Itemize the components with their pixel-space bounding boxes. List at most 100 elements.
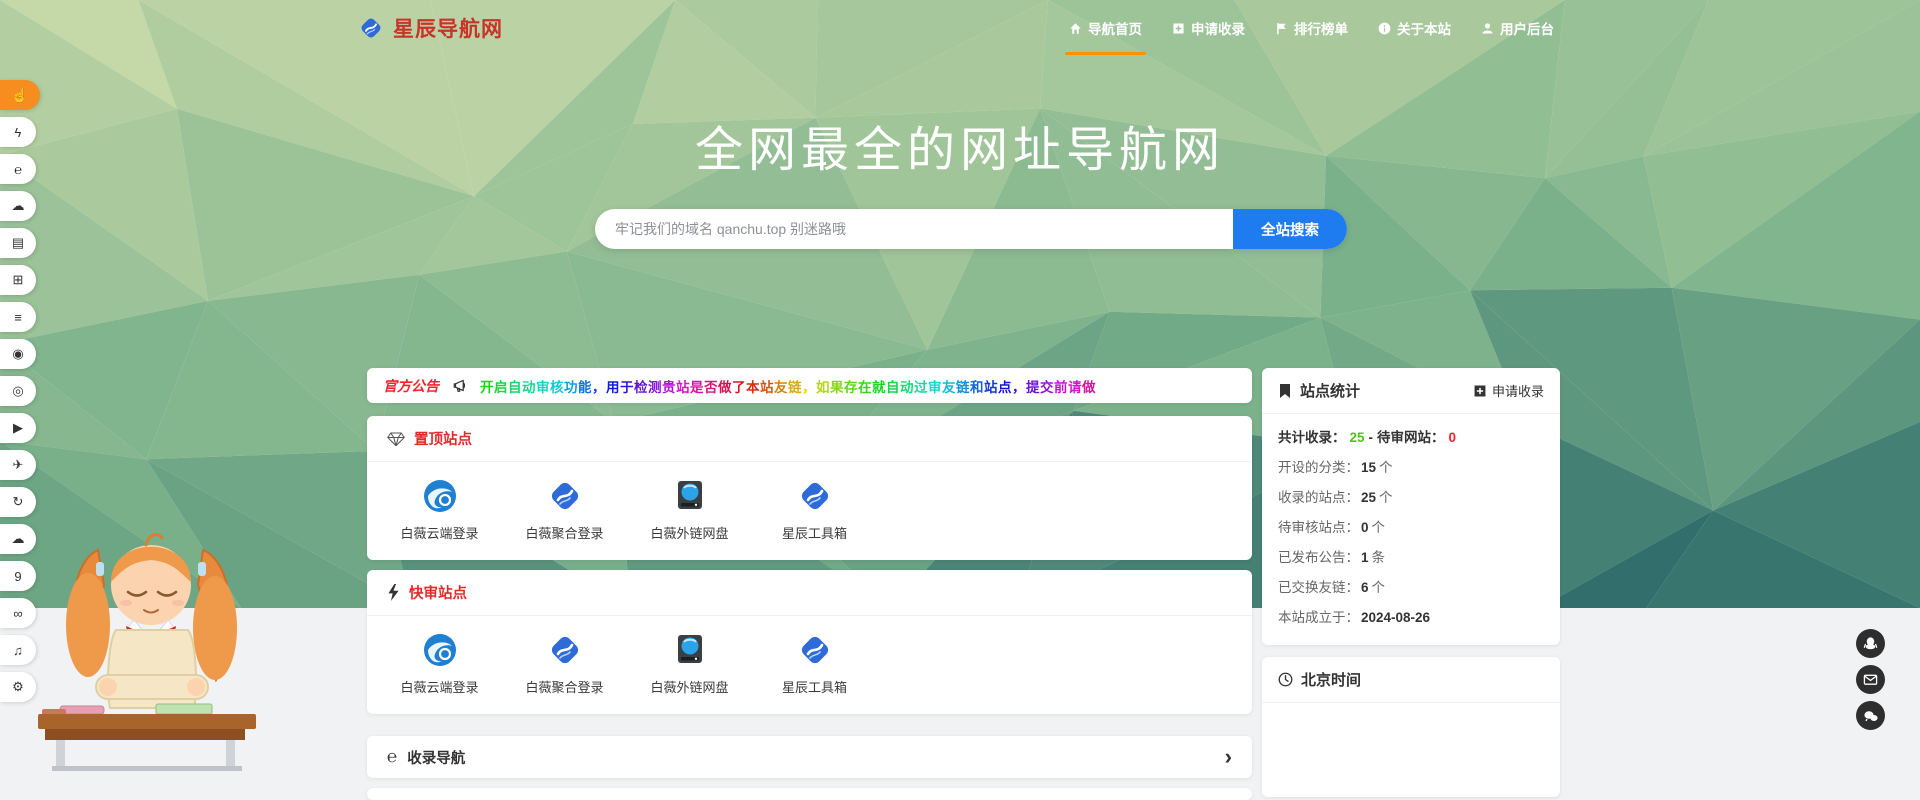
separator: - <box>1368 430 1374 445</box>
stat-row: 已发布公告： 1 条 <box>1278 550 1386 565</box>
apply-inclusion-link[interactable]: 申请收录 <box>1473 381 1544 400</box>
stat-row: 待审核站点： 0 个 <box>1278 520 1386 535</box>
qq-button[interactable] <box>1856 629 1885 658</box>
stat-row: 收录的站点： 25 个 <box>1278 490 1393 505</box>
site-logo-icon <box>547 632 583 668</box>
sidebar-cloud-dots-icon[interactable]: ☁ <box>0 524 36 554</box>
nav-item-apply[interactable]: 申请收录 <box>1172 18 1245 38</box>
site-tile[interactable]: 白薇聚合登录 <box>502 478 627 542</box>
total-label: 共计收录： <box>1278 430 1346 445</box>
site-name: 白薇聚合登录 <box>525 680 604 695</box>
sidebar-like-icon[interactable]: ☝ <box>0 80 40 110</box>
site-name: 白薇外链网盘 <box>650 526 729 541</box>
wechat-button[interactable] <box>1856 701 1885 730</box>
hero-title: 全网最全的网址导航网 <box>694 124 1225 177</box>
fast-sites-list: 白薇云端登录 白薇聚合登录 白薇外链网盘 星辰工具箱 <box>367 616 1252 714</box>
search-input[interactable] <box>595 221 1233 237</box>
sidebar-settings-icon[interactable]: ⚙ <box>0 672 36 702</box>
site-logo[interactable]: 星辰导航网 <box>358 13 503 43</box>
site-logo-icon <box>672 478 708 514</box>
pending-label: 待审网站： <box>1377 430 1445 445</box>
contact-floats <box>1856 629 1885 730</box>
stat-row: 已交换友链： 6 个 <box>1278 580 1386 595</box>
site-tile[interactable]: 白薇外链网盘 <box>627 632 752 696</box>
nav-item-about[interactable]: 关于本站 <box>1378 18 1451 38</box>
sidebar-recycle-icon[interactable]: ℮ <box>0 154 36 184</box>
sidebar-music-icon[interactable]: ♫ <box>0 635 36 665</box>
site-name: 白薇外链网盘 <box>650 680 729 695</box>
stats-rows: 开设的分类： 15 个收录的站点： 25 个待审核站点： 0 个已发布公告： 1 条已交换友链：… <box>1278 453 1544 633</box>
sidebar-cart-icon[interactable]: ⊞ <box>0 265 36 295</box>
apply-label: 申请收录 <box>1491 384 1544 399</box>
brand-name: 星辰导航网 <box>393 18 503 41</box>
section-pinned-header: 置顶站点 <box>367 416 1252 462</box>
site-logo-icon <box>422 478 458 514</box>
mascot-illustration <box>38 490 263 776</box>
nav-label: 排行榜单 <box>1294 22 1348 37</box>
sidebar-hook-icon[interactable]: 9 <box>0 561 36 591</box>
lightning-icon <box>388 584 399 601</box>
site-logo-icon <box>547 478 583 514</box>
next-card-edge <box>367 788 1252 800</box>
content: 官方公告 开启自动审核功能，用于检测贵站是否做了本站友链，如果存在就自动过审友链… <box>367 368 1560 800</box>
catalog-bar[interactable]: ℮ 收录导航 › <box>367 736 1252 778</box>
site-name: 星辰工具箱 <box>781 680 847 695</box>
wechat-icon <box>1863 710 1878 721</box>
sidebar-cloud-icon[interactable]: ☁ <box>0 191 36 221</box>
nav-item-user[interactable]: 用户后台 <box>1481 18 1554 38</box>
megaphone-icon <box>453 379 466 393</box>
site-tile[interactable]: 白薇云端登录 <box>377 632 502 696</box>
stats-body: 共计收录： 25- 待审网站： 0 开设的分类： 15 个收录的站点： 25 个待审核站点： 0… <box>1262 414 1560 645</box>
announcement-text: 开启自动审核功能，用于检测贵站是否做了本站友链，如果存在就自动过审友链和站点，提… <box>480 379 1096 395</box>
search-bar: 全站搜索 <box>595 209 1347 249</box>
sidebar-disc-icon[interactable]: ◉ <box>0 339 36 369</box>
stats-summary: 共计收录： 25- 待审网站： 0 <box>1278 422 1544 453</box>
brand-diamond-icon <box>361 18 381 38</box>
site-tile[interactable]: 白薇聚合登录 <box>502 632 627 696</box>
nav-item-rank[interactable]: 排行榜单 <box>1275 18 1348 38</box>
nav-label: 导航首页 <box>1088 22 1142 37</box>
sidebar-play-icon[interactable]: ▶ <box>0 413 36 443</box>
site-logo-icon <box>797 478 833 514</box>
section-title: 置顶站点 <box>414 432 472 448</box>
sidebar-rocket-icon[interactable]: ✈ <box>0 450 36 480</box>
nav-label: 关于本站 <box>1397 22 1451 37</box>
site-tile[interactable]: 星辰工具箱 <box>752 478 877 542</box>
floating-sidebar: ☝ ϟ ℮ ☁ ▤ ⊞ ≡ ◉ ◎ ▶ ✈ ↻ ☁ 9 ∞ ♫ ⚙ <box>0 80 40 702</box>
site-name: 星辰工具箱 <box>781 526 847 541</box>
sidebar-list-icon[interactable]: ≡ <box>0 302 36 332</box>
pending-value: 0 <box>1448 430 1457 445</box>
sidebar-lightning-icon[interactable]: ϟ <box>0 117 36 147</box>
bookmark-icon <box>1280 383 1290 398</box>
stat-row: 本站成立于： 2024-08-26 <box>1278 610 1431 625</box>
recycle-icon: ℮ <box>387 747 398 766</box>
sidebar-target-icon[interactable]: ◎ <box>0 376 36 406</box>
clock-header: 北京时间 <box>1262 657 1560 703</box>
site-logo-icon <box>672 632 708 668</box>
nav-item-home[interactable]: 导航首页 <box>1065 18 1146 55</box>
qq-icon <box>1863 637 1878 650</box>
site-tile[interactable]: 白薇外链网盘 <box>627 478 752 542</box>
plus-square-icon <box>1474 385 1486 396</box>
site-name: 白薇云端登录 <box>400 526 479 541</box>
anime-girl-image <box>38 533 256 771</box>
nav-label: 申请收录 <box>1191 22 1245 37</box>
mail-button[interactable] <box>1856 665 1885 694</box>
search-button[interactable]: 全站搜索 <box>1233 209 1347 249</box>
sidebar-refresh-icon[interactable]: ↻ <box>0 487 36 517</box>
site-name: 白薇聚合登录 <box>525 526 604 541</box>
stat-row: 开设的分类： 15 个 <box>1278 460 1393 475</box>
header: 星辰导航网 导航首页 申请收录 排行榜单 关于本站 用户后台 <box>0 0 1920 56</box>
stats-title: 站点统计 <box>1300 383 1361 400</box>
mail-icon <box>1863 674 1878 685</box>
pinned-sites-list: 白薇云端登录 白薇聚合登录 白薇外链网盘 星辰工具箱 <box>367 462 1252 560</box>
sidebar-book-icon[interactable]: ▤ <box>0 228 36 258</box>
side-column: 站点统计 申请收录 共计收录： 25- 待审网站： 0 开设的分类： 15 个收录的站点：… <box>1262 368 1560 800</box>
stats-panel: 站点统计 申请收录 共计收录： 25- 待审网站： 0 开设的分类： 15 个收录的站点：… <box>1262 368 1560 645</box>
site-tile[interactable]: 星辰工具箱 <box>752 632 877 696</box>
announcement-bar: 官方公告 开启自动审核功能，用于检测贵站是否做了本站友链，如果存在就自动过审友链… <box>367 368 1252 403</box>
sidebar-infinity-icon[interactable]: ∞ <box>0 598 36 628</box>
site-tile[interactable]: 白薇云端登录 <box>377 478 502 542</box>
chevron-right-icon[interactable]: › <box>1225 746 1232 768</box>
section-fast-review-sites: 快审站点 白薇云端登录 白薇聚合登录 白薇外链网盘 星辰工具箱 <box>367 570 1252 714</box>
